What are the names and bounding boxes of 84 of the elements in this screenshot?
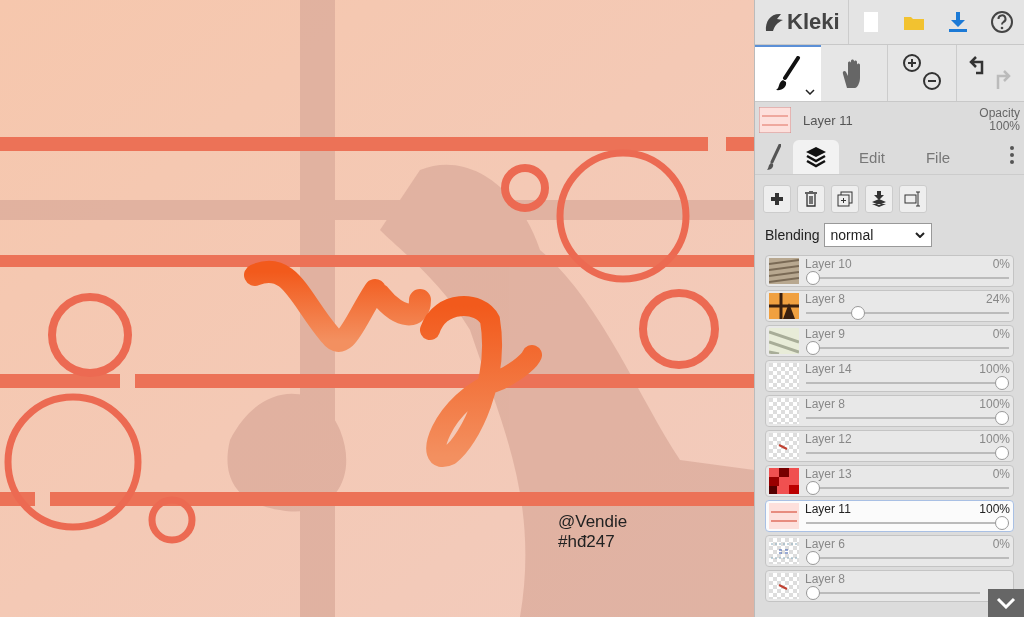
layers-tab[interactable]	[793, 140, 839, 174]
scroll-down-button[interactable]	[988, 589, 1024, 617]
layer-thumbnail	[759, 107, 791, 133]
opacity-value: 0%	[992, 467, 1010, 481]
layer-row[interactable]: Layer 8 100%	[765, 395, 1014, 427]
plus-icon	[771, 193, 783, 205]
opacity-value: 0%	[992, 537, 1010, 551]
slider-thumb[interactable]	[995, 446, 1009, 460]
caret-icon	[805, 89, 815, 95]
blending-label: Blending	[765, 227, 820, 243]
add-layer-button[interactable]	[763, 185, 791, 213]
slider-thumb[interactable]	[806, 341, 820, 355]
layer-thumbnail	[769, 468, 799, 494]
layer-row[interactable]: Layer 6 0%	[765, 535, 1014, 567]
layer-row[interactable]: Layer 14 100%	[765, 360, 1014, 392]
trash-icon	[805, 191, 817, 207]
rename-layer-button[interactable]	[899, 185, 927, 213]
chevron-icon	[914, 232, 925, 238]
tag-text: #hđ247	[558, 532, 616, 552]
slider-thumb[interactable]	[995, 411, 1009, 425]
opacity-value: 100%	[979, 362, 1010, 376]
chevron-icon	[996, 597, 1016, 609]
signature-text: @Vendie	[558, 512, 628, 532]
opacity-value: 0%	[992, 327, 1010, 341]
slider-thumb[interactable]	[806, 586, 820, 600]
slider-thumb[interactable]	[806, 551, 820, 565]
opacity-value: 100%	[989, 120, 1020, 133]
slider-thumb[interactable]	[995, 516, 1009, 530]
layer-thumbnail	[769, 293, 799, 319]
slider-thumb[interactable]	[995, 376, 1009, 390]
layer-thumbnail	[769, 363, 799, 389]
help-icon[interactable]	[990, 10, 1015, 34]
opacity-value: 24%	[985, 292, 1010, 306]
layer-name: Layer 11	[803, 112, 853, 128]
brush-icon	[774, 56, 802, 92]
rename-icon	[904, 191, 922, 207]
layer-name: Layer 10	[805, 257, 852, 271]
layer-row[interactable]: Layer 9 0%	[765, 325, 1014, 357]
layers-icon	[805, 146, 827, 168]
slider-thumb[interactable]	[851, 306, 866, 320]
layer-name: Layer 9	[805, 327, 846, 341]
opacity-value: 100%	[979, 502, 1010, 516]
layer-thumbnail	[769, 503, 799, 529]
more-icon[interactable]	[1010, 145, 1014, 164]
opacity-label: Opacity	[979, 107, 1020, 120]
layer-row[interactable]: Layer 13 0%	[765, 465, 1014, 497]
brush-icon	[767, 144, 781, 170]
delete-layer-button[interactable]	[797, 185, 825, 213]
slider-thumb[interactable]	[806, 481, 820, 495]
merge-icon	[871, 191, 887, 207]
layer-row[interactable]: Layer 8	[765, 570, 1014, 602]
blending-dropdown[interactable]: normal	[823, 223, 932, 247]
logo-icon	[763, 11, 785, 33]
tab[interactable]: File	[905, 140, 971, 174]
layer-thumbnail	[769, 328, 799, 354]
duplicate-icon	[837, 191, 853, 207]
layer-thumbnail	[769, 573, 799, 599]
folder-icon[interactable]	[904, 14, 925, 30]
opacity-value: 0%	[992, 257, 1010, 271]
layer-name: Layer 14	[805, 362, 852, 376]
layer-thumbnail	[769, 258, 799, 284]
layer-row[interactable]: Layer 11 100%	[765, 500, 1014, 532]
duplicate-layer-button[interactable]	[831, 185, 859, 213]
layer-row[interactable]: Layer 8 24%	[765, 290, 1014, 322]
brush-tool[interactable]	[755, 45, 821, 101]
opacity-value: 100%	[979, 397, 1010, 411]
layer-row[interactable]: Layer 12 100%	[765, 430, 1014, 462]
opacity-value: 100%	[979, 432, 1010, 446]
layer-name: Layer 11	[805, 502, 851, 516]
layer-name: Layer 13	[805, 467, 852, 481]
download-icon[interactable]	[949, 12, 968, 32]
app-name: Kleki	[787, 9, 840, 35]
layer-name: Layer 8	[805, 397, 846, 411]
merge-down-button[interactable]	[865, 185, 893, 213]
layer-name: Layer 8	[805, 292, 846, 306]
layer-thumbnail	[769, 398, 799, 424]
layer-name: Layer 12	[805, 432, 852, 446]
tab[interactable]: Edit	[839, 140, 905, 174]
layer-thumbnail	[769, 433, 799, 459]
layer-row[interactable]: Layer 10 0%	[765, 255, 1014, 287]
layer-thumbnail	[769, 538, 799, 564]
layer-name: Layer 6	[805, 537, 846, 551]
layer-name: Layer 8	[805, 572, 846, 586]
slider-thumb[interactable]	[806, 271, 820, 285]
